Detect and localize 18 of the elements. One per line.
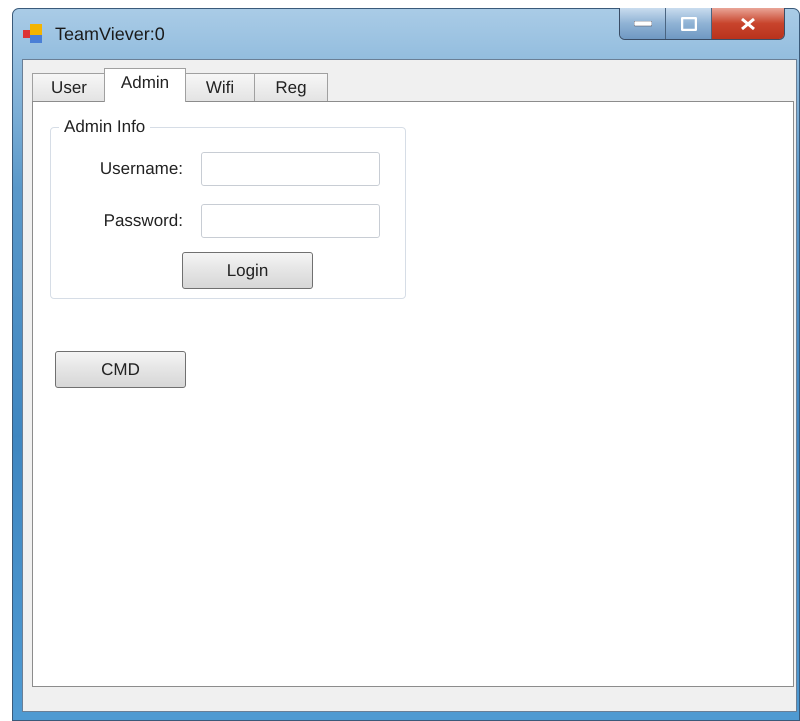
input-field[interactable] [201,204,380,238]
app-icon [23,24,43,44]
field-label: Password: [102,211,183,231]
close-icon [740,16,756,30]
tab[interactable]: Admin [104,68,186,102]
field-label: Username: [98,159,183,179]
tab[interactable]: Reg [254,73,328,102]
tab[interactable]: Wifi [185,73,255,102]
login-button[interactable]: Login [182,252,313,289]
close-button[interactable] [712,8,784,39]
input-field[interactable] [201,152,380,186]
maximize-button[interactable] [666,8,712,39]
tab[interactable]: User [32,73,106,102]
cmd-button[interactable]: CMD [55,351,186,388]
window-title: TeamViever:0 [55,24,165,44]
minimize-button[interactable] [620,8,666,39]
minimize-icon [634,20,652,26]
maximize-icon [680,16,696,30]
